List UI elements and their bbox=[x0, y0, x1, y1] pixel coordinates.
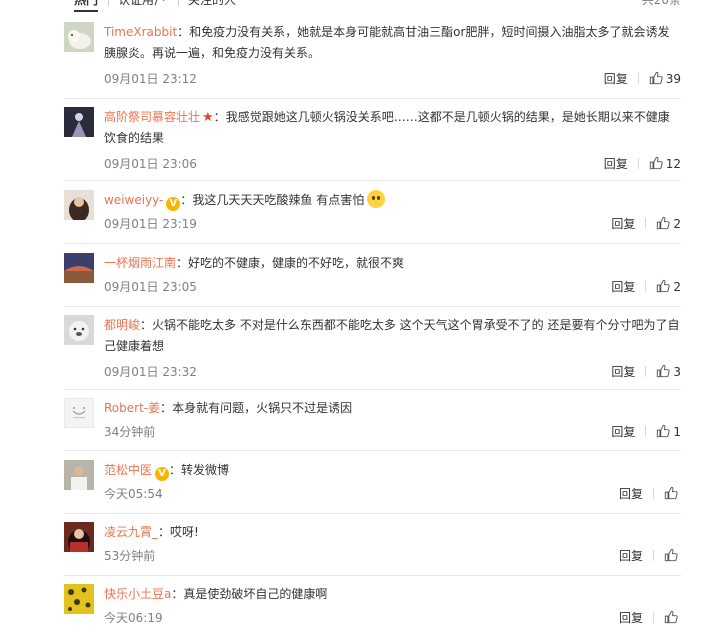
avatar[interactable] bbox=[64, 584, 94, 614]
comment-filter-bar: 热门 认证用户 关注的人 共20条 bbox=[0, 0, 701, 12]
thumbs-up-icon bbox=[657, 279, 670, 293]
comment-author[interactable]: 高阶祭司慕容壮壮 bbox=[104, 110, 200, 124]
verified-badge-icon: V bbox=[155, 467, 170, 481]
reply-button[interactable]: 回复 bbox=[611, 362, 635, 382]
thumbs-up-icon bbox=[657, 216, 670, 230]
avatar[interactable] bbox=[64, 398, 94, 428]
thumbs-up-icon bbox=[664, 610, 678, 624]
action-divider bbox=[645, 426, 647, 437]
like-button[interactable] bbox=[664, 608, 681, 628]
comment-item: Robert-姜：本身就有问题，火锅只不过是诱因 34分钟前 回复 1 bbox=[64, 398, 681, 451]
scared-emoji-icon bbox=[367, 190, 386, 208]
like-count: 39 bbox=[665, 72, 681, 86]
like-button[interactable]: 2 bbox=[656, 277, 681, 297]
action-divider bbox=[653, 488, 654, 499]
action-divider bbox=[645, 366, 647, 377]
comment-author[interactable]: 范松中医 bbox=[104, 463, 152, 477]
comment-author[interactable]: Robert-姜 bbox=[104, 401, 160, 415]
tab-hot[interactable]: 热门 bbox=[74, 0, 99, 12]
action-divider bbox=[637, 73, 639, 84]
thumbs-up-icon bbox=[649, 71, 663, 85]
comment-item: 凌云九霄_：哎呀! 53分钟前 回复 bbox=[64, 522, 681, 576]
like-count: 2 bbox=[673, 280, 681, 294]
avatar[interactable] bbox=[64, 253, 94, 283]
comment-text: 本身就有问题，火锅只不过是诱因 bbox=[172, 401, 353, 415]
comment-text: 火锅不能吃太多 不对是什么东西都不能吃太多 这个天气这个胃承受不了的 还是要有个… bbox=[104, 318, 680, 353]
comment-text: 哎呀! bbox=[170, 525, 199, 539]
comment-time: 今天05:54 bbox=[104, 487, 163, 501]
reply-button[interactable]: 回复 bbox=[611, 422, 635, 442]
comment-text: 转发微博 bbox=[181, 463, 230, 477]
reply-button[interactable]: 回复 bbox=[604, 69, 628, 89]
thumbs-up-icon bbox=[649, 156, 663, 170]
like-button[interactable] bbox=[664, 546, 681, 566]
like-count: 3 bbox=[673, 365, 681, 379]
reply-button[interactable]: 回复 bbox=[604, 154, 628, 174]
reply-button[interactable]: 回复 bbox=[619, 608, 643, 628]
tab-divider bbox=[108, 0, 109, 6]
comment-text: 和免疫力没有关系，她就是本身可能就高甘油三酯or肥胖，短时间摄入油脂太多了就会诱… bbox=[104, 25, 670, 60]
comment-time: 09月01日 23:32 bbox=[104, 365, 197, 379]
like-button[interactable] bbox=[664, 484, 681, 504]
comment-time: 09月01日 23:06 bbox=[104, 157, 197, 171]
comment-text: 好吃的不健康，健康的不好吃，就很不爽 bbox=[188, 256, 405, 270]
comment-time: 09月01日 23:12 bbox=[104, 72, 197, 86]
like-count: 2 bbox=[673, 217, 681, 231]
avatar[interactable] bbox=[64, 522, 94, 552]
verified-badge-icon: V bbox=[166, 197, 181, 211]
like-count: 1 bbox=[673, 425, 681, 439]
thumbs-up-icon bbox=[657, 364, 670, 378]
comment-author[interactable]: 凌云九霄_ bbox=[104, 525, 158, 539]
comment-item: 都明峻：火锅不能吃太多 不对是什么东西都不能吃太多 这个天气这个胃承受不了的 还… bbox=[64, 315, 681, 390]
comment-total-count: 共20条 bbox=[641, 0, 681, 7]
like-button[interactable]: 2 bbox=[656, 214, 681, 234]
comment-time: 09月01日 23:05 bbox=[104, 280, 197, 294]
star-icon: ★ bbox=[202, 110, 214, 125]
comment-item: 快乐小土豆a：真是使劲破坏自己的健康啊 今天06:19 回复 bbox=[64, 584, 681, 639]
tab-verified-users[interactable]: 认证用户 bbox=[118, 0, 166, 9]
comment-item: weiweiyy- V ：我这几天天天吃酸辣鱼 有点害怕 09月01日 23:19 … bbox=[64, 190, 681, 244]
action-divider bbox=[645, 281, 647, 292]
reply-button[interactable]: 回复 bbox=[619, 546, 643, 566]
tab-divider bbox=[178, 0, 179, 6]
like-button[interactable]: 12 bbox=[649, 154, 681, 174]
comment-item: 一杯烟雨江南：好吃的不健康，健康的不好吃，就很不爽 09月01日 23:05 回… bbox=[64, 253, 681, 307]
avatar[interactable] bbox=[64, 190, 94, 220]
comment-author[interactable]: 都明峻 bbox=[104, 318, 140, 332]
comment-item: 高阶祭司慕容壮壮 ★：我感觉跟她这几顿火锅没关系吧……这都不是几顿火锅的结果，是她… bbox=[64, 107, 681, 181]
comment-time: 09月01日 23:19 bbox=[104, 217, 197, 231]
like-button[interactable]: 39 bbox=[649, 69, 681, 89]
comment-author[interactable]: 快乐小土豆a bbox=[104, 587, 171, 601]
thumbs-up-icon bbox=[664, 548, 678, 562]
reply-button[interactable]: 回复 bbox=[619, 484, 643, 504]
action-divider bbox=[637, 158, 639, 169]
comment-author[interactable]: TimeXrabbit bbox=[104, 25, 177, 39]
comment-text: 我这几天天天吃酸辣鱼 有点害怕 bbox=[192, 193, 365, 207]
comment-time: 53分钟前 bbox=[104, 549, 156, 563]
comment-time: 今天06:19 bbox=[104, 611, 163, 625]
avatar[interactable] bbox=[64, 460, 94, 490]
action-divider bbox=[645, 218, 647, 229]
action-divider bbox=[653, 612, 654, 623]
reply-button[interactable]: 回复 bbox=[611, 214, 635, 234]
comment-author[interactable]: weiweiyy- bbox=[104, 193, 163, 207]
avatar[interactable] bbox=[64, 22, 94, 52]
comment-item: TimeXrabbit：和免疫力没有关系，她就是本身可能就高甘油三酯or肥胖，短… bbox=[64, 22, 681, 99]
comment-item: 范松中医 V ：转发微博 今天05:54 回复 bbox=[64, 460, 681, 514]
like-button[interactable]: 3 bbox=[656, 362, 681, 382]
avatar[interactable] bbox=[64, 107, 94, 137]
thumbs-up-icon bbox=[657, 424, 670, 438]
like-count: 12 bbox=[665, 157, 681, 171]
tab-following[interactable]: 关注的人 bbox=[188, 0, 236, 9]
comment-time: 34分钟前 bbox=[104, 425, 156, 439]
reply-button[interactable]: 回复 bbox=[611, 277, 635, 297]
action-divider bbox=[653, 550, 654, 561]
comment-author[interactable]: 一杯烟雨江南 bbox=[104, 256, 176, 270]
like-button[interactable]: 1 bbox=[656, 422, 681, 442]
thumbs-up-icon bbox=[664, 486, 678, 500]
comment-text: 真是使劲破坏自己的健康啊 bbox=[183, 587, 328, 601]
avatar[interactable] bbox=[64, 315, 94, 345]
